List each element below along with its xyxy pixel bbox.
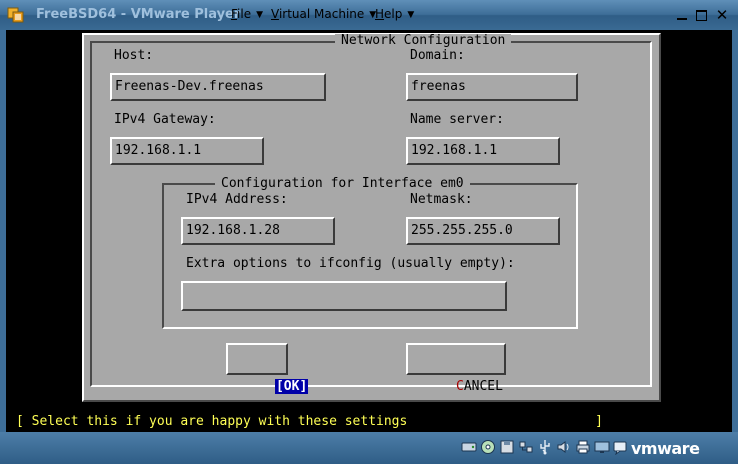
display-icon[interactable]: [594, 439, 610, 455]
extra-options-field[interactable]: [181, 281, 507, 311]
interface-title: Configuration for Interface em0: [215, 177, 470, 191]
menu-help-key: H: [375, 7, 385, 21]
window-border-right: [732, 30, 738, 432]
menu-help[interactable]: Help ▼: [375, 7, 414, 21]
menu-vm-label: irtual Machine: [278, 7, 365, 21]
domain-field[interactable]: freenas: [406, 73, 578, 101]
hard-disk-icon[interactable]: [461, 439, 477, 455]
floppy-icon[interactable]: [499, 439, 515, 455]
status-line: [ Select this if you are happy with thes…: [16, 414, 603, 429]
ipv4-address-field[interactable]: 192.168.1.28: [181, 217, 335, 245]
vmware-logo: vmware: [631, 439, 700, 458]
network-configuration-dialog: Network Configuration Host: Domain: Free…: [82, 33, 661, 402]
close-button[interactable]: ✕: [712, 5, 732, 25]
netmask-field[interactable]: 255.255.255.0: [406, 217, 560, 245]
menu-help-label: elp: [384, 7, 403, 21]
network-adapter-icon[interactable]: [518, 439, 534, 455]
vmware-app-icon[interactable]: [7, 6, 25, 24]
cancel-hotkey: C: [456, 379, 464, 394]
cancel-button[interactable]: CANCEL: [406, 343, 506, 394]
ok-button-selection: [OK]: [274, 379, 309, 394]
gateway-label: IPv4 Gateway:: [114, 112, 216, 127]
ok-button-label: OK: [283, 379, 300, 394]
minimize-button[interactable]: [672, 5, 692, 25]
menu-file-label: ile: [237, 7, 252, 21]
vmware-status-bar: vmware: [0, 432, 738, 464]
cd-dvd-icon[interactable]: [480, 439, 496, 455]
domain-label: Domain:: [410, 48, 465, 63]
nameserver-label: Name server:: [410, 112, 504, 127]
host-label: Host:: [114, 48, 154, 63]
vm-console[interactable]: Network Configuration Host: Domain: Free…: [6, 30, 732, 432]
gateway-field[interactable]: 192.168.1.1: [110, 137, 264, 165]
chevron-down-icon: ▼: [407, 10, 415, 20]
maximize-button[interactable]: [692, 5, 712, 25]
chevron-down-icon: ▼: [256, 10, 264, 20]
usb-icon[interactable]: [537, 439, 553, 455]
menu-vm-key: V: [271, 7, 279, 21]
extra-options-label: Extra options to ifconfig (usually empty…: [186, 256, 515, 271]
ok-bracket-close: ]: [299, 379, 308, 394]
ok-button[interactable]: [OK]: [226, 343, 309, 394]
dialog-title: Network Configuration: [335, 34, 512, 48]
nameserver-field[interactable]: 192.168.1.1: [406, 137, 560, 165]
title-bar: FreeBSD64 - VMware Player File ▼ Virtual …: [0, 0, 738, 30]
host-field[interactable]: Freenas-Dev.freenas: [110, 73, 326, 101]
ipv4-address-label: IPv4 Address:: [186, 192, 288, 207]
printer-icon[interactable]: [575, 439, 591, 455]
menu-virtual-machine[interactable]: Virtual Machine ▼: [271, 7, 376, 21]
message-icon[interactable]: [612, 439, 628, 455]
window-title: FreeBSD64 - VMware Player: [36, 7, 241, 22]
netmask-label: Netmask:: [410, 192, 473, 207]
ok-bracket-open: [: [275, 379, 284, 394]
cancel-button-label: ANCEL: [463, 379, 503, 394]
sound-card-icon[interactable]: [556, 439, 572, 455]
menu-file[interactable]: File ▼: [231, 7, 263, 21]
